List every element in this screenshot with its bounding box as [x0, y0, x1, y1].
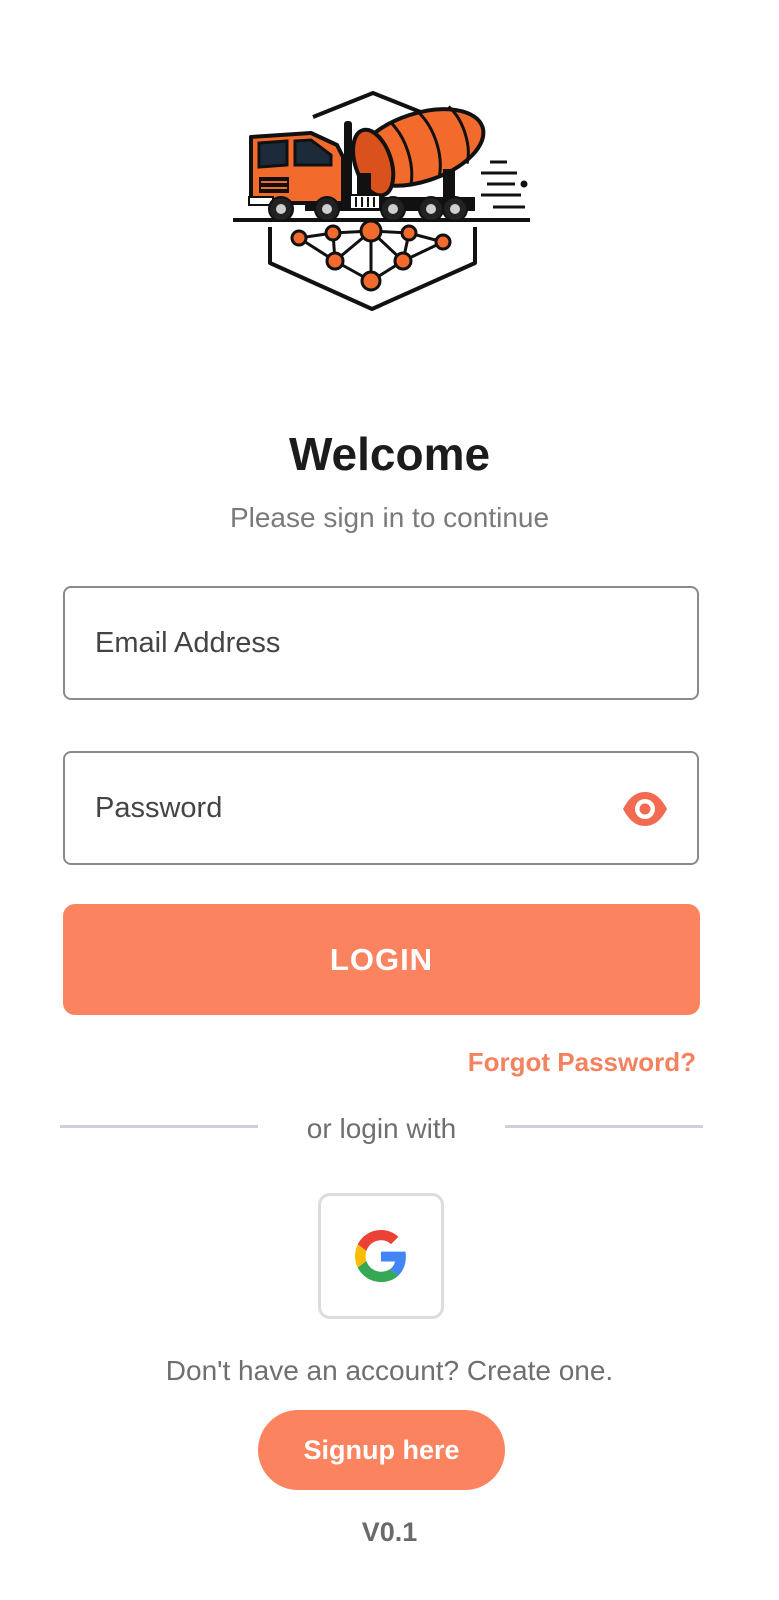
divider-line-right [505, 1125, 703, 1128]
google-login-button[interactable] [318, 1193, 444, 1319]
app-logo [225, 85, 535, 320]
concrete-mixer-truck-icon [233, 91, 530, 311]
forgot-password-link[interactable]: Forgot Password? [468, 1044, 696, 1080]
email-input[interactable] [95, 588, 615, 698]
page-title: Welcome [288, 428, 491, 480]
create-account-prompt: Don't have an account? Create one. [165, 1355, 614, 1386]
signup-button[interactable]: Signup here [258, 1410, 505, 1490]
email-field-container [63, 586, 699, 700]
page-subtitle: Please sign in to continue [229, 502, 550, 533]
password-field-container [63, 751, 699, 865]
version-label: V0.1 [361, 1517, 418, 1547]
password-input[interactable] [95, 753, 615, 863]
divider-text: or login with [306, 1113, 457, 1144]
login-button[interactable]: LOGIN [63, 904, 700, 1015]
divider-line-left [60, 1125, 258, 1128]
eye-icon[interactable] [621, 789, 669, 829]
google-icon [355, 1230, 406, 1282]
